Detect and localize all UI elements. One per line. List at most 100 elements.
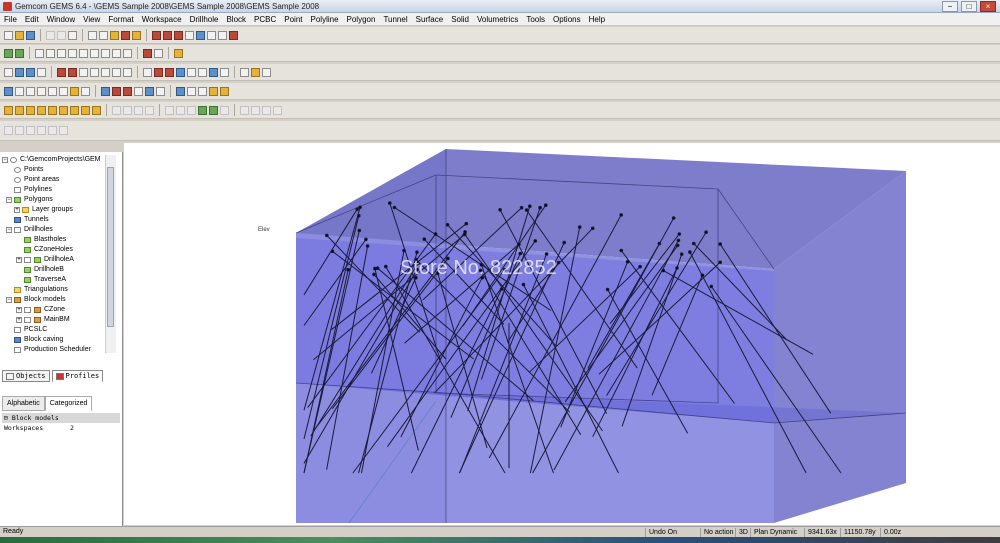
menu-tools[interactable]: Tools: [522, 15, 549, 24]
3d-viewport[interactable]: Elev Store No. 822852: [124, 143, 1000, 525]
menu-pcbc[interactable]: PCBC: [250, 15, 280, 24]
attach-icon[interactable]: [70, 86, 79, 96]
close-polyline-icon[interactable]: [123, 67, 132, 77]
vertex-icon[interactable]: [59, 86, 68, 96]
menu-surface[interactable]: Surface: [412, 15, 448, 24]
section-tool-icon[interactable]: [196, 30, 205, 40]
tree-root[interactable]: − C:\GemcomProjects\GEM: [2, 155, 116, 165]
solid-extrude-icon[interactable]: [26, 105, 35, 115]
surface-disabled-1-icon[interactable]: [165, 105, 174, 115]
surface-disabled-4-icon[interactable]: [220, 105, 229, 115]
tab-alphabetic[interactable]: Alphabetic: [2, 396, 45, 411]
solid-new-icon[interactable]: [4, 105, 13, 115]
redraw-icon[interactable]: [143, 48, 152, 58]
tree-item-drillholea[interactable]: + DrillholeA: [2, 255, 116, 265]
disabled-tool-2-icon[interactable]: [15, 126, 24, 135]
triangle-icon[interactable]: [37, 86, 46, 96]
menu-volumetrics[interactable]: Volumetrics: [473, 15, 522, 24]
tree-item-czone[interactable]: + CZone: [2, 305, 116, 315]
triangle-tool-icon[interactable]: [176, 67, 185, 77]
polyline-tool-icon[interactable]: [154, 67, 163, 77]
view-grid-icon[interactable]: [15, 48, 24, 58]
tree-item-polygons[interactable]: − Polygons: [2, 195, 116, 205]
refresh-icon[interactable]: [154, 48, 163, 58]
menu-point[interactable]: Point: [280, 15, 306, 24]
layer-icon[interactable]: [121, 30, 130, 40]
solid-disabled-2-icon[interactable]: [123, 105, 132, 115]
filter-icon[interactable]: [156, 86, 165, 96]
menu-view[interactable]: View: [79, 15, 104, 24]
menu-drillhole[interactable]: Drillhole: [186, 15, 223, 24]
menu-help[interactable]: Help: [585, 15, 609, 24]
solid-tools-icon[interactable]: [92, 105, 101, 115]
polygon-tool-icon[interactable]: [165, 67, 174, 77]
block-tool-icon[interactable]: [163, 30, 172, 40]
mesh-disabled-4-icon[interactable]: [273, 105, 282, 115]
rotate-icon[interactable]: [90, 48, 99, 58]
select-poly-icon[interactable]: [26, 86, 35, 96]
info-icon[interactable]: [81, 86, 90, 96]
digitize-point-icon[interactable]: [4, 67, 13, 77]
zoom-previous-icon[interactable]: [101, 48, 110, 58]
undo-icon[interactable]: [46, 30, 55, 40]
delete-point-icon[interactable]: [90, 67, 99, 77]
tree-item-pcslc[interactable]: PCSLC: [2, 325, 116, 335]
property-row[interactable]: Workspaces 2: [2, 423, 120, 433]
disabled-tool-1-icon[interactable]: [4, 126, 13, 135]
minimize-button[interactable]: −: [942, 1, 958, 12]
tree-item-czoneholes[interactable]: CZoneHoles: [2, 245, 116, 255]
select-box-icon[interactable]: [15, 86, 24, 96]
pan-icon[interactable]: [79, 48, 88, 58]
view-solid-icon[interactable]: [4, 48, 13, 58]
smooth-icon[interactable]: [220, 67, 229, 77]
disabled-tool-4-icon[interactable]: [37, 126, 46, 135]
menu-format[interactable]: Format: [104, 15, 137, 24]
clip-icon[interactable]: [123, 86, 132, 96]
tree-item-point-areas[interactable]: Point areas: [2, 175, 116, 185]
delete-icon[interactable]: [229, 30, 238, 40]
zoom-in-icon[interactable]: [35, 48, 44, 58]
search-icon[interactable]: [112, 48, 121, 58]
mesh-disabled-2-icon[interactable]: [251, 105, 260, 115]
solid-split-icon[interactable]: [59, 105, 68, 115]
solid-validate-icon[interactable]: [70, 105, 79, 115]
join-icon[interactable]: [112, 67, 121, 77]
save-icon[interactable]: [26, 30, 35, 40]
open-folder-icon[interactable]: [15, 30, 24, 40]
solid-disabled-3-icon[interactable]: [134, 105, 143, 115]
label-icon[interactable]: [251, 67, 260, 77]
property-category[interactable]: ⊟ Block models: [2, 413, 120, 423]
tree-item-triangulations[interactable]: Triangulations: [2, 285, 116, 295]
solid-volume-icon[interactable]: [81, 105, 90, 115]
disabled-tool-5-icon[interactable]: [48, 126, 57, 135]
curve-icon[interactable]: [209, 67, 218, 77]
edge-icon[interactable]: [48, 86, 57, 96]
redo-icon[interactable]: [57, 30, 66, 40]
select-icon[interactable]: [4, 86, 13, 96]
snap-icon[interactable]: [15, 67, 24, 77]
tree-item-block-models[interactable]: − Block models: [2, 295, 116, 305]
measure-icon[interactable]: [240, 67, 249, 77]
cut-icon[interactable]: [88, 30, 97, 40]
tree-scrollbar[interactable]: [105, 155, 116, 353]
tree-scrollbar-thumb[interactable]: [107, 167, 114, 327]
split-icon[interactable]: [101, 67, 110, 77]
surface-disabled-3-icon[interactable]: [187, 105, 196, 115]
annotate-icon[interactable]: [262, 67, 271, 77]
solid-merge-icon[interactable]: [48, 105, 57, 115]
tree-item-drillholeb[interactable]: DrillholeB: [2, 265, 116, 275]
menu-options[interactable]: Options: [549, 15, 585, 24]
arc-tool-icon[interactable]: [187, 67, 196, 77]
disabled-tool-3-icon[interactable]: [26, 126, 35, 135]
tree-item-tunnels[interactable]: Tunnels: [2, 215, 116, 225]
menu-solid[interactable]: Solid: [447, 15, 473, 24]
snap-mid-icon[interactable]: [37, 67, 46, 77]
reverse-icon[interactable]: [134, 86, 143, 96]
solid-disabled-1-icon[interactable]: [112, 105, 121, 115]
solid-disabled-4-icon[interactable]: [145, 105, 154, 115]
tree-item-traversea[interactable]: TraverseA: [2, 275, 116, 285]
offset-icon[interactable]: [198, 67, 207, 77]
tab-categorized[interactable]: Categorized: [44, 396, 93, 411]
solid-open-icon[interactable]: [15, 105, 24, 115]
menu-block[interactable]: Block: [222, 15, 250, 24]
